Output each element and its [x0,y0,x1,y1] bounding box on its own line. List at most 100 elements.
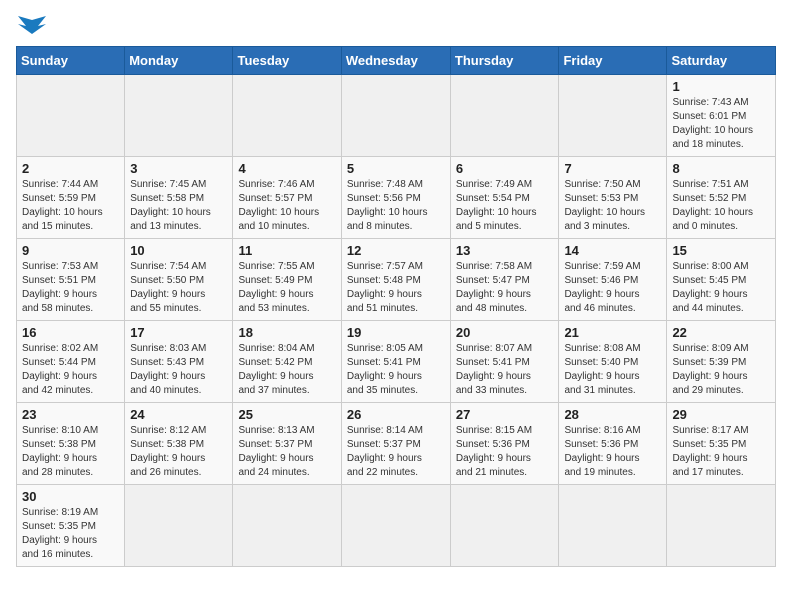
day-info: Sunrise: 7:58 AM Sunset: 5:47 PM Dayligh… [456,260,554,316]
day-info: Sunrise: 8:03 AM Sunset: 5:43 PM Dayligh… [130,342,227,398]
calendar-cell: 17 Sunrise: 8:03 AM Sunset: 5:43 PM Dayli… [125,321,233,403]
day-number: 7 [564,161,661,176]
day-info: Sunrise: 7:54 AM Sunset: 5:50 PM Dayligh… [130,260,227,316]
calendar-cell: 25Sunrise: 8:13 AM Sunset: 5:37 PM Dayli… [233,403,341,485]
day-info: Sunrise: 8:07 AM Sunset: 5:41 PM Dayligh… [456,342,554,398]
day-number: 4 [238,161,335,176]
weekday-header: Thursday [450,47,559,75]
calendar-cell: 12 Sunrise: 7:57 AM Sunset: 5:48 PM Dayli… [341,239,450,321]
day-number: 2 [22,161,119,176]
calendar-cell: 3Sunrise: 7:45 AM Sunset: 5:58 PM Daylig… [125,157,233,239]
day-number: 14 [564,243,661,258]
day-info: Sunrise: 7:55 AM Sunset: 5:49 PM Dayligh… [238,260,335,316]
calendar-cell: 9 Sunrise: 7:53 AM Sunset: 5:51 PM Daylig… [17,239,125,321]
day-number: 26 [347,407,445,422]
calendar-cell: 19 Sunrise: 8:05 AM Sunset: 5:41 PM Dayli… [341,321,450,403]
day-info: Sunrise: 7:43 AM Sunset: 6:01 PM Dayligh… [672,96,770,152]
calendar-cell [233,75,341,157]
day-info: Sunrise: 8:10 AM Sunset: 5:38 PM Dayligh… [22,424,119,480]
calendar-cell [450,75,559,157]
day-number: 20 [456,325,554,340]
day-info: Sunrise: 8:08 AM Sunset: 5:40 PM Dayligh… [564,342,661,398]
day-number: 11 [238,243,335,258]
calendar-cell: 2 Sunrise: 7:44 AM Sunset: 5:59 PM Daylig… [17,157,125,239]
day-number: 30 [22,489,119,504]
calendar-cell: 23Sunrise: 8:10 AM Sunset: 5:38 PM Dayli… [17,403,125,485]
calendar-cell: 22Sunrise: 8:09 AM Sunset: 5:39 PM Dayli… [667,321,776,403]
calendar-cell [559,485,667,567]
day-number: 13 [456,243,554,258]
day-number: 9 [22,243,119,258]
day-number: 27 [456,407,554,422]
day-info: Sunrise: 7:59 AM Sunset: 5:46 PM Dayligh… [564,260,661,316]
calendar-cell: 18 Sunrise: 8:04 AM Sunset: 5:42 PM Dayli… [233,321,341,403]
calendar-cell [341,75,450,157]
calendar-week-row: 16 Sunrise: 8:02 AM Sunset: 5:44 PM Dayli… [17,321,776,403]
calendar-cell: 8Sunrise: 7:51 AM Sunset: 5:52 PM Daylig… [667,157,776,239]
calendar-cell [341,485,450,567]
calendar-cell: 28 Sunrise: 8:16 AM Sunset: 5:36 PM Dayli… [559,403,667,485]
calendar-week-row: 30Sunrise: 8:19 AM Sunset: 5:35 PM Dayli… [17,485,776,567]
calendar-cell: 24Sunrise: 8:12 AM Sunset: 5:38 PM Dayli… [125,403,233,485]
calendar-cell [233,485,341,567]
day-number: 1 [672,79,770,94]
day-info: Sunrise: 8:05 AM Sunset: 5:41 PM Dayligh… [347,342,445,398]
calendar-week-row: 23Sunrise: 8:10 AM Sunset: 5:38 PM Dayli… [17,403,776,485]
day-info: Sunrise: 8:02 AM Sunset: 5:44 PM Dayligh… [22,342,119,398]
calendar-cell: 10Sunrise: 7:54 AM Sunset: 5:50 PM Dayli… [125,239,233,321]
calendar-cell: 16 Sunrise: 8:02 AM Sunset: 5:44 PM Dayli… [17,321,125,403]
calendar-cell [667,485,776,567]
calendar-cell: 30Sunrise: 8:19 AM Sunset: 5:35 PM Dayli… [17,485,125,567]
calendar-cell: 11 Sunrise: 7:55 AM Sunset: 5:49 PM Dayli… [233,239,341,321]
calendar-cell: 20 Sunrise: 8:07 AM Sunset: 5:41 PM Dayli… [450,321,559,403]
day-info: Sunrise: 7:57 AM Sunset: 5:48 PM Dayligh… [347,260,445,316]
calendar-cell [125,75,233,157]
calendar-cell [559,75,667,157]
day-info: Sunrise: 8:14 AM Sunset: 5:37 PM Dayligh… [347,424,445,480]
day-info: Sunrise: 7:49 AM Sunset: 5:54 PM Dayligh… [456,178,554,234]
day-number: 19 [347,325,445,340]
day-number: 12 [347,243,445,258]
day-number: 18 [238,325,335,340]
day-info: Sunrise: 8:13 AM Sunset: 5:37 PM Dayligh… [238,424,335,480]
calendar-table: SundayMondayTuesdayWednesdayThursdayFrid… [16,46,776,567]
day-info: Sunrise: 7:50 AM Sunset: 5:53 PM Dayligh… [564,178,661,234]
calendar-cell [450,485,559,567]
calendar-week-row: 1 Sunrise: 7:43 AM Sunset: 6:01 PM Daylig… [17,75,776,157]
page-header [16,16,776,38]
weekday-header: Saturday [667,47,776,75]
day-info: Sunrise: 7:44 AM Sunset: 5:59 PM Dayligh… [22,178,119,234]
calendar-cell [17,75,125,157]
day-number: 15 [672,243,770,258]
calendar-cell: 15 Sunrise: 8:00 AM Sunset: 5:45 PM Dayli… [667,239,776,321]
calendar-cell: 4 Sunrise: 7:46 AM Sunset: 5:57 PM Daylig… [233,157,341,239]
day-info: Sunrise: 8:00 AM Sunset: 5:45 PM Dayligh… [672,260,770,316]
calendar-cell: 29 Sunrise: 8:17 AM Sunset: 5:35 PM Dayli… [667,403,776,485]
calendar-cell: 21 Sunrise: 8:08 AM Sunset: 5:40 PM Dayli… [559,321,667,403]
calendar-cell: 14 Sunrise: 7:59 AM Sunset: 5:46 PM Dayli… [559,239,667,321]
weekday-header: Monday [125,47,233,75]
day-info: Sunrise: 7:45 AM Sunset: 5:58 PM Dayligh… [130,178,227,234]
day-info: Sunrise: 7:53 AM Sunset: 5:51 PM Dayligh… [22,260,119,316]
day-info: Sunrise: 7:46 AM Sunset: 5:57 PM Dayligh… [238,178,335,234]
weekday-header: Tuesday [233,47,341,75]
day-number: 21 [564,325,661,340]
logo [16,16,46,38]
day-number: 17 [130,325,227,340]
day-info: Sunrise: 8:16 AM Sunset: 5:36 PM Dayligh… [564,424,661,480]
weekday-header: Friday [559,47,667,75]
day-number: 28 [564,407,661,422]
day-number: 29 [672,407,770,422]
calendar-cell [125,485,233,567]
day-info: Sunrise: 8:15 AM Sunset: 5:36 PM Dayligh… [456,424,554,480]
day-info: Sunrise: 8:17 AM Sunset: 5:35 PM Dayligh… [672,424,770,480]
day-info: Sunrise: 8:09 AM Sunset: 5:39 PM Dayligh… [672,342,770,398]
weekday-header: Wednesday [341,47,450,75]
calendar-week-row: 2 Sunrise: 7:44 AM Sunset: 5:59 PM Daylig… [17,157,776,239]
day-info: Sunrise: 7:51 AM Sunset: 5:52 PM Dayligh… [672,178,770,234]
weekday-header: Sunday [17,47,125,75]
logo-bird-icon [18,16,46,38]
calendar-cell: 27 Sunrise: 8:15 AM Sunset: 5:36 PM Dayli… [450,403,559,485]
day-info: Sunrise: 8:04 AM Sunset: 5:42 PM Dayligh… [238,342,335,398]
day-number: 16 [22,325,119,340]
